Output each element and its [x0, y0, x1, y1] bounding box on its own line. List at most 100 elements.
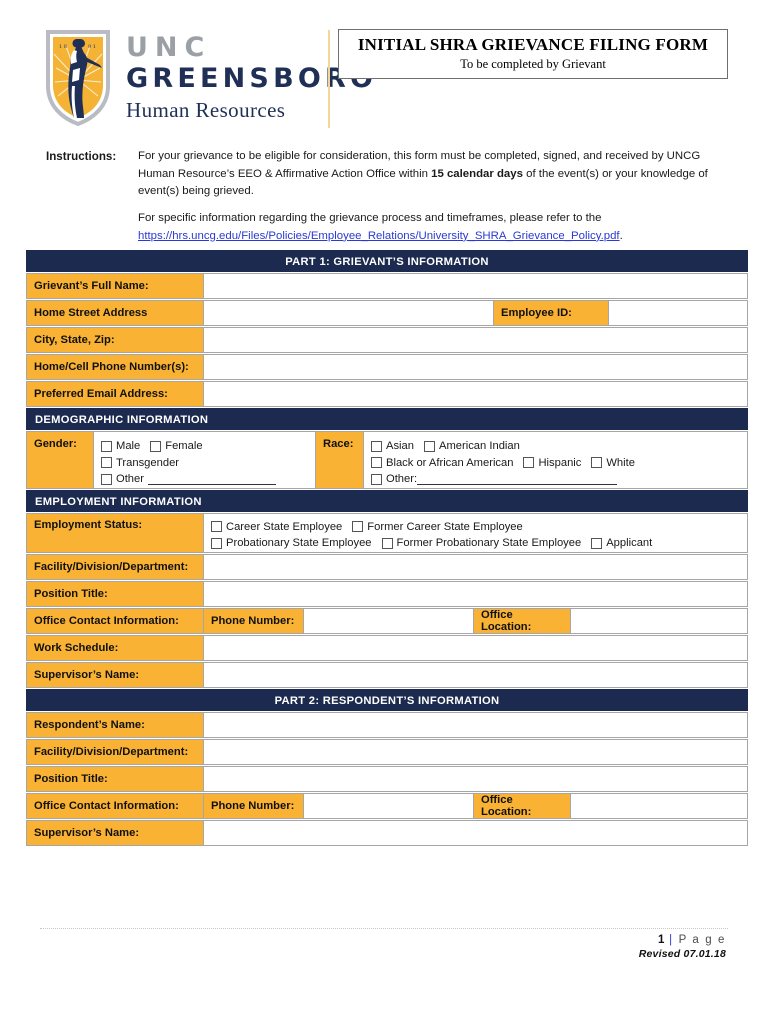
checkbox-icon[interactable]	[352, 521, 364, 533]
checkbox-icon[interactable]	[211, 521, 222, 533]
employee-id-input[interactable]	[609, 300, 747, 326]
phone-number-label: Phone Number:	[204, 607, 304, 634]
gender-option-transgender-label: Transgender	[116, 456, 180, 469]
race-option-other[interactable]: Other:	[371, 471, 618, 488]
race-option-hispanic-label: Hispanic	[538, 456, 582, 469]
race-option-asian[interactable]: Asian	[371, 438, 414, 455]
svg-text:1 8: 1 8	[59, 44, 67, 50]
respondent-phone-number-input[interactable]	[304, 792, 474, 819]
checkbox-icon[interactable]	[424, 440, 435, 452]
phone-number-input[interactable]	[304, 607, 474, 634]
grievant-full-name-input[interactable]	[204, 273, 747, 299]
facility-division-department-label: Facility/Division/Department:	[27, 553, 204, 580]
employment-status-label: Employment Status:	[27, 512, 204, 553]
checkbox-icon[interactable]	[591, 457, 603, 469]
page-word: P a g e	[678, 934, 726, 946]
instructions-section: Instructions: For your grievance to be e…	[46, 148, 736, 245]
instructions-p2-text: For specific information regarding the g…	[138, 212, 602, 225]
home-street-address-input[interactable]	[204, 300, 494, 326]
position-title-input[interactable]	[204, 580, 747, 607]
employment-information-header: EMPLOYMENT INFORMATION	[26, 489, 748, 512]
race-option-hispanic[interactable]: Hispanic	[523, 455, 581, 472]
status-option-former-career-label: Former Career State Employee	[367, 520, 523, 533]
page-header: 1 89 1 UNC GREENSBORO Human Resources IN…	[0, 0, 770, 140]
office-location-input[interactable]	[571, 607, 747, 634]
checkbox-icon[interactable]	[371, 457, 382, 469]
checkbox-icon[interactable]	[591, 537, 603, 549]
respondent-office-location-input[interactable]	[571, 792, 747, 819]
status-option-applicant-label: Applicant	[606, 537, 653, 549]
supervisor-name-label: Supervisor’s Name:	[27, 661, 204, 688]
grievant-full-name-label: Grievant’s Full Name:	[27, 273, 204, 299]
checkbox-icon[interactable]	[371, 440, 382, 452]
respondent-office-contact-row: Office Contact Information: Phone Number…	[26, 792, 748, 819]
instructions-paragraph-1: For your grievance to be eligible for co…	[138, 148, 736, 201]
status-option-probationary-state-employee[interactable]: Probationary State Employee	[211, 535, 372, 552]
checkbox-icon[interactable]	[371, 473, 382, 485]
race-option-white[interactable]: White	[591, 455, 635, 472]
demographic-row: Gender: Male Female Transgender Other Ra…	[26, 431, 748, 489]
gender-label: Gender:	[27, 431, 94, 489]
checkbox-icon[interactable]	[150, 440, 162, 452]
status-option-former-probationary-label: Former Probationary State Employee	[396, 537, 582, 549]
race-options-group: Asian American Indian Black or African A…	[364, 431, 747, 489]
respondent-facility-division-department-input[interactable]	[204, 738, 747, 765]
respondent-supervisor-name-input[interactable]	[204, 819, 747, 846]
svg-text:9 1: 9 1	[88, 44, 96, 50]
demographic-information-header: DEMOGRAPHIC INFORMATION	[26, 408, 748, 430]
work-schedule-input[interactable]	[204, 634, 747, 661]
home-street-address-label: Home Street Address	[27, 300, 204, 326]
form-subtitle: To be completed by Grievant	[460, 57, 606, 72]
footer-divider	[40, 928, 728, 929]
facility-division-department-input[interactable]	[204, 553, 747, 580]
race-option-white-label: White	[606, 456, 635, 469]
status-option-former-career-state-employee[interactable]: Former Career State Employee	[352, 519, 523, 536]
respondent-supervisor-name-label: Supervisor’s Name:	[27, 819, 204, 846]
respondent-facility-division-department-label: Facility/Division/Department:	[27, 738, 204, 765]
gender-option-transgender[interactable]: Transgender	[101, 455, 179, 472]
race-option-american-indian[interactable]: American Indian	[424, 438, 520, 455]
part2-header: PART 2: RESPONDENT’S INFORMATION	[26, 688, 748, 711]
checkbox-icon[interactable]	[101, 457, 112, 469]
race-option-black-label: Black or African American	[386, 456, 514, 469]
checkbox-icon[interactable]	[101, 440, 112, 452]
table-row: Facility/Division/Department:	[26, 553, 748, 580]
checkbox-icon[interactable]	[381, 537, 393, 549]
grievance-form-table: PART 1: GRIEVANT’S INFORMATION Grievant’…	[26, 250, 748, 847]
respondent-name-input[interactable]	[204, 711, 747, 738]
race-other-input[interactable]	[417, 474, 618, 485]
table-row: Supervisor’s Name:	[26, 661, 748, 688]
home-cell-phone-label: Home/Cell Phone Number(s):	[27, 354, 204, 380]
gender-option-female[interactable]: Female	[150, 438, 203, 455]
office-location-label: Office Location:	[474, 607, 571, 634]
table-row: Facility/Division/Department:	[26, 738, 748, 765]
respondent-position-title-input[interactable]	[204, 765, 747, 792]
revised-date: Revised 07.01.18	[638, 948, 726, 960]
table-row: City, State, Zip:	[26, 327, 748, 353]
table-row: Respondent’s Name:	[26, 711, 748, 738]
status-option-former-probationary-state-employee[interactable]: Former Probationary State Employee	[381, 535, 582, 552]
form-title: INITIAL SHRA GRIEVANCE FILING FORM	[357, 35, 709, 54]
status-option-career-state-employee[interactable]: Career State Employee	[211, 519, 342, 536]
part1-header: PART 1: GRIEVANT’S INFORMATION	[26, 250, 748, 272]
checkbox-icon[interactable]	[211, 537, 222, 549]
office-contact-information-label: Office Contact Information:	[27, 607, 204, 634]
race-other-label: Other:	[386, 473, 418, 485]
city-state-zip-input[interactable]	[204, 327, 747, 353]
checkbox-icon[interactable]	[523, 457, 535, 469]
gender-other-input[interactable]	[147, 474, 276, 485]
grievance-policy-link[interactable]: https://hrs.uncg.edu/Files/Policies/Empl…	[138, 230, 620, 242]
race-option-black-or-african-american[interactable]: Black or African American	[371, 455, 513, 472]
status-option-applicant[interactable]: Applicant	[591, 535, 652, 552]
respondent-phone-number-label: Phone Number:	[204, 792, 304, 819]
city-state-zip-label: City, State, Zip:	[27, 327, 204, 353]
gender-option-male[interactable]: Male	[101, 438, 140, 455]
home-cell-phone-input[interactable]	[204, 354, 747, 380]
gender-option-other[interactable]: Other	[101, 471, 276, 488]
table-row: Home/Cell Phone Number(s):	[26, 354, 748, 380]
page-number: 1	[657, 934, 665, 946]
supervisor-name-input[interactable]	[204, 661, 747, 688]
checkbox-icon[interactable]	[101, 473, 112, 485]
table-row: Work Schedule:	[26, 634, 748, 661]
preferred-email-input[interactable]	[204, 381, 747, 407]
